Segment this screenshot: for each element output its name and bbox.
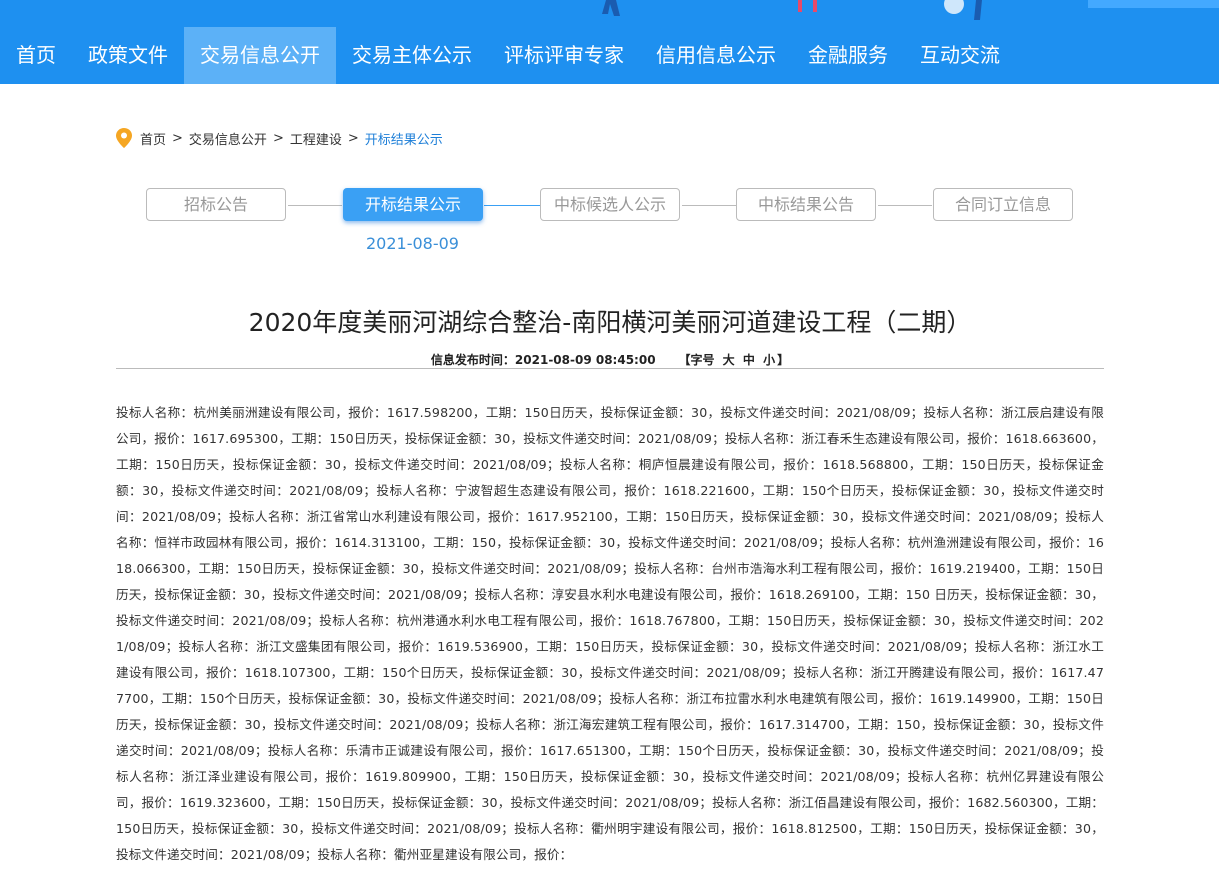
step-connector [288, 205, 342, 206]
font-size-close: 】 [777, 353, 790, 367]
nav-item-home[interactable]: 首页 [0, 27, 72, 84]
nav-item-trade-subject[interactable]: 交易主体公示 [336, 27, 488, 84]
process-steps: 招标公告 开标结果公示 中标候选人公示 中标结果公告 合同订立信息 [146, 188, 1076, 224]
title-divider [116, 368, 1104, 369]
publish-meta: 信息发布时间：2021-08-09 08:45:00 【字号 大 中 小】 [116, 351, 1104, 368]
breadcrumb-separator: > [272, 130, 284, 146]
publish-label: 信息发布时间： [430, 353, 515, 367]
font-size-medium-button[interactable]: 中 [743, 353, 755, 367]
page-title: 2020年度美丽河湖综合整治-南阳横河美丽河道建设工程（二期） [248, 308, 972, 337]
step-connector [682, 205, 736, 206]
breadcrumb-home[interactable]: 首页 [140, 129, 166, 148]
nav-item-finance[interactable]: 金融服务 [792, 27, 904, 84]
publish-time: 2021-08-09 08:45:00 [514, 353, 656, 367]
breadcrumb-current[interactable]: 开标结果公示 [365, 129, 443, 148]
breadcrumb-construction[interactable]: 工程建设 [290, 129, 342, 148]
nav-item-credit[interactable]: 信用信息公示 [640, 27, 792, 84]
nav-item-interaction[interactable]: 互动交流 [904, 27, 1016, 84]
main-nav: 首页 政策文件 交易信息公开 交易主体公示 评标评审专家 信用信息公示 金融服务… [0, 27, 1219, 84]
banner-figure-illustration [944, 0, 982, 20]
banner-figure-illustration [602, 0, 620, 16]
breadcrumb-separator: > [172, 130, 183, 146]
font-size-large-button[interactable]: 大 [723, 353, 735, 367]
step-connector [484, 205, 540, 206]
header-banner [0, 0, 1219, 27]
step-tender-notice[interactable]: 招标公告 [146, 188, 286, 221]
banner-highlight [1088, 0, 1219, 8]
nav-item-experts[interactable]: 评标评审专家 [488, 27, 640, 84]
nav-item-trade-info[interactable]: 交易信息公开 [184, 27, 336, 84]
breadcrumb-separator: > [347, 130, 359, 146]
step-candidate-notice[interactable]: 中标候选人公示 [540, 188, 680, 221]
font-size-label: 【字号 [678, 353, 715, 367]
nav-item-policy[interactable]: 政策文件 [72, 27, 184, 84]
step-connector [878, 205, 932, 206]
step-date: 2021-08-09 [366, 234, 459, 253]
banner-figure-illustration [798, 0, 817, 12]
step-contract-info[interactable]: 合同订立信息 [933, 188, 1073, 221]
article-body: 投标人名称：杭州美丽洲建设有限公司，报价：1617.598200，工期：150日… [116, 405, 1104, 862]
breadcrumb: 首页 > 交易信息公开 > 工程建设 > 开标结果公示 [116, 127, 443, 149]
step-award-result[interactable]: 中标结果公告 [736, 188, 876, 221]
step-bid-opening-result[interactable]: 开标结果公示 [343, 188, 483, 221]
breadcrumb-trade-info[interactable]: 交易信息公开 [189, 129, 267, 148]
font-size-small-button[interactable]: 小 [763, 353, 775, 367]
location-pin-icon [116, 128, 132, 148]
